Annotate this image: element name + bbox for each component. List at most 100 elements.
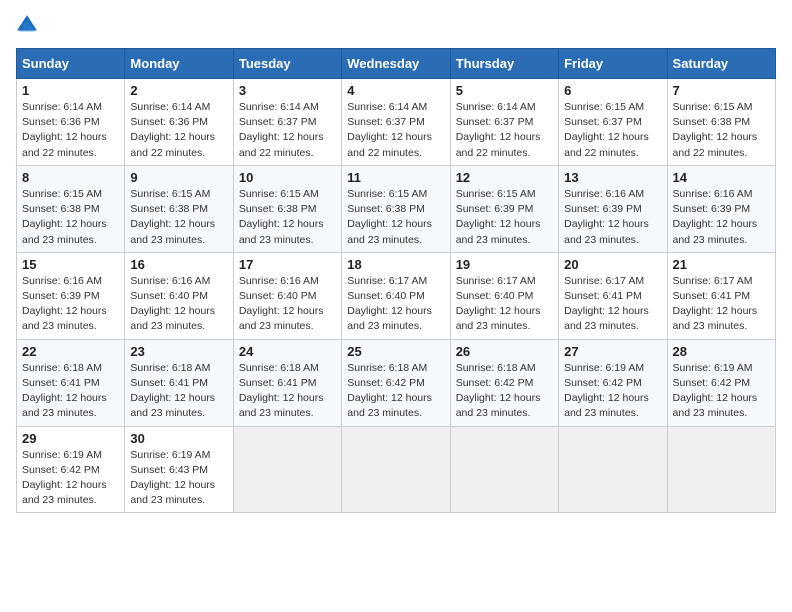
calendar-week-row: 22 Sunrise: 6:18 AM Sunset: 6:41 PM Dayl… (17, 339, 776, 426)
day-number: 18 (347, 257, 444, 272)
logo (16, 16, 40, 38)
day-info: Sunrise: 6:15 AM Sunset: 6:38 PM Dayligh… (239, 187, 336, 248)
calendar-day-cell (233, 426, 341, 513)
calendar-day-cell: 1 Sunrise: 6:14 AM Sunset: 6:36 PM Dayli… (17, 79, 125, 166)
day-number: 11 (347, 170, 444, 185)
day-number: 1 (22, 83, 119, 98)
calendar-day-cell: 27 Sunrise: 6:19 AM Sunset: 6:42 PM Dayl… (559, 339, 667, 426)
calendar-week-row: 15 Sunrise: 6:16 AM Sunset: 6:39 PM Dayl… (17, 252, 776, 339)
day-number: 10 (239, 170, 336, 185)
calendar-day-cell: 30 Sunrise: 6:19 AM Sunset: 6:43 PM Dayl… (125, 426, 233, 513)
calendar-day-cell: 16 Sunrise: 6:16 AM Sunset: 6:40 PM Dayl… (125, 252, 233, 339)
calendar-day-cell: 18 Sunrise: 6:17 AM Sunset: 6:40 PM Dayl… (342, 252, 450, 339)
calendar-day-cell: 22 Sunrise: 6:18 AM Sunset: 6:41 PM Dayl… (17, 339, 125, 426)
calendar-day-cell: 11 Sunrise: 6:15 AM Sunset: 6:38 PM Dayl… (342, 165, 450, 252)
day-info: Sunrise: 6:15 AM Sunset: 6:39 PM Dayligh… (456, 187, 553, 248)
day-info: Sunrise: 6:16 AM Sunset: 6:39 PM Dayligh… (564, 187, 661, 248)
day-number: 30 (130, 431, 227, 446)
day-info: Sunrise: 6:18 AM Sunset: 6:42 PM Dayligh… (456, 361, 553, 422)
calendar-day-cell: 14 Sunrise: 6:16 AM Sunset: 6:39 PM Dayl… (667, 165, 775, 252)
day-info: Sunrise: 6:15 AM Sunset: 6:38 PM Dayligh… (347, 187, 444, 248)
day-number: 24 (239, 344, 336, 359)
day-number: 22 (22, 344, 119, 359)
day-number: 4 (347, 83, 444, 98)
calendar-day-cell: 4 Sunrise: 6:14 AM Sunset: 6:37 PM Dayli… (342, 79, 450, 166)
weekday-header-saturday: Saturday (667, 49, 775, 79)
calendar-week-row: 29 Sunrise: 6:19 AM Sunset: 6:42 PM Dayl… (17, 426, 776, 513)
weekday-header-thursday: Thursday (450, 49, 558, 79)
weekday-header-monday: Monday (125, 49, 233, 79)
day-info: Sunrise: 6:18 AM Sunset: 6:41 PM Dayligh… (130, 361, 227, 422)
calendar-day-cell: 12 Sunrise: 6:15 AM Sunset: 6:39 PM Dayl… (450, 165, 558, 252)
day-number: 17 (239, 257, 336, 272)
day-info: Sunrise: 6:14 AM Sunset: 6:37 PM Dayligh… (456, 100, 553, 161)
calendar-day-cell: 24 Sunrise: 6:18 AM Sunset: 6:41 PM Dayl… (233, 339, 341, 426)
day-number: 21 (673, 257, 770, 272)
calendar-day-cell: 3 Sunrise: 6:14 AM Sunset: 6:37 PM Dayli… (233, 79, 341, 166)
day-info: Sunrise: 6:19 AM Sunset: 6:43 PM Dayligh… (130, 448, 227, 509)
calendar-week-row: 1 Sunrise: 6:14 AM Sunset: 6:36 PM Dayli… (17, 79, 776, 166)
calendar-day-cell (342, 426, 450, 513)
day-info: Sunrise: 6:19 AM Sunset: 6:42 PM Dayligh… (564, 361, 661, 422)
day-info: Sunrise: 6:15 AM Sunset: 6:38 PM Dayligh… (130, 187, 227, 248)
weekday-header-friday: Friday (559, 49, 667, 79)
calendar-day-cell (559, 426, 667, 513)
day-info: Sunrise: 6:17 AM Sunset: 6:41 PM Dayligh… (564, 274, 661, 335)
day-info: Sunrise: 6:19 AM Sunset: 6:42 PM Dayligh… (22, 448, 119, 509)
day-info: Sunrise: 6:16 AM Sunset: 6:39 PM Dayligh… (673, 187, 770, 248)
day-number: 8 (22, 170, 119, 185)
day-number: 26 (456, 344, 553, 359)
day-number: 6 (564, 83, 661, 98)
calendar-day-cell (667, 426, 775, 513)
calendar-day-cell: 7 Sunrise: 6:15 AM Sunset: 6:38 PM Dayli… (667, 79, 775, 166)
day-info: Sunrise: 6:19 AM Sunset: 6:42 PM Dayligh… (673, 361, 770, 422)
day-info: Sunrise: 6:18 AM Sunset: 6:41 PM Dayligh… (22, 361, 119, 422)
weekday-header-tuesday: Tuesday (233, 49, 341, 79)
day-number: 29 (22, 431, 119, 446)
day-number: 16 (130, 257, 227, 272)
calendar-day-cell: 20 Sunrise: 6:17 AM Sunset: 6:41 PM Dayl… (559, 252, 667, 339)
day-info: Sunrise: 6:14 AM Sunset: 6:36 PM Dayligh… (130, 100, 227, 161)
day-number: 14 (673, 170, 770, 185)
day-info: Sunrise: 6:18 AM Sunset: 6:41 PM Dayligh… (239, 361, 336, 422)
day-info: Sunrise: 6:15 AM Sunset: 6:37 PM Dayligh… (564, 100, 661, 161)
calendar-table: SundayMondayTuesdayWednesdayThursdayFrid… (16, 48, 776, 513)
calendar-week-row: 8 Sunrise: 6:15 AM Sunset: 6:38 PM Dayli… (17, 165, 776, 252)
calendar-day-cell: 6 Sunrise: 6:15 AM Sunset: 6:37 PM Dayli… (559, 79, 667, 166)
day-number: 23 (130, 344, 227, 359)
day-info: Sunrise: 6:14 AM Sunset: 6:37 PM Dayligh… (239, 100, 336, 161)
day-info: Sunrise: 6:18 AM Sunset: 6:42 PM Dayligh… (347, 361, 444, 422)
day-number: 12 (456, 170, 553, 185)
calendar-day-cell: 23 Sunrise: 6:18 AM Sunset: 6:41 PM Dayl… (125, 339, 233, 426)
day-info: Sunrise: 6:14 AM Sunset: 6:37 PM Dayligh… (347, 100, 444, 161)
day-info: Sunrise: 6:15 AM Sunset: 6:38 PM Dayligh… (673, 100, 770, 161)
calendar-day-cell: 9 Sunrise: 6:15 AM Sunset: 6:38 PM Dayli… (125, 165, 233, 252)
weekday-header-row: SundayMondayTuesdayWednesdayThursdayFrid… (17, 49, 776, 79)
day-number: 19 (456, 257, 553, 272)
day-number: 27 (564, 344, 661, 359)
day-info: Sunrise: 6:17 AM Sunset: 6:41 PM Dayligh… (673, 274, 770, 335)
day-number: 3 (239, 83, 336, 98)
day-info: Sunrise: 6:16 AM Sunset: 6:39 PM Dayligh… (22, 274, 119, 335)
calendar-day-cell: 29 Sunrise: 6:19 AM Sunset: 6:42 PM Dayl… (17, 426, 125, 513)
weekday-header-wednesday: Wednesday (342, 49, 450, 79)
day-number: 25 (347, 344, 444, 359)
day-info: Sunrise: 6:17 AM Sunset: 6:40 PM Dayligh… (456, 274, 553, 335)
calendar-day-cell: 15 Sunrise: 6:16 AM Sunset: 6:39 PM Dayl… (17, 252, 125, 339)
calendar-day-cell: 17 Sunrise: 6:16 AM Sunset: 6:40 PM Dayl… (233, 252, 341, 339)
day-info: Sunrise: 6:15 AM Sunset: 6:38 PM Dayligh… (22, 187, 119, 248)
day-number: 28 (673, 344, 770, 359)
logo-icon (16, 14, 38, 36)
day-info: Sunrise: 6:14 AM Sunset: 6:36 PM Dayligh… (22, 100, 119, 161)
day-number: 13 (564, 170, 661, 185)
day-number: 2 (130, 83, 227, 98)
calendar-day-cell: 21 Sunrise: 6:17 AM Sunset: 6:41 PM Dayl… (667, 252, 775, 339)
calendar-day-cell: 2 Sunrise: 6:14 AM Sunset: 6:36 PM Dayli… (125, 79, 233, 166)
calendar-day-cell: 28 Sunrise: 6:19 AM Sunset: 6:42 PM Dayl… (667, 339, 775, 426)
calendar-day-cell: 5 Sunrise: 6:14 AM Sunset: 6:37 PM Dayli… (450, 79, 558, 166)
calendar-day-cell: 19 Sunrise: 6:17 AM Sunset: 6:40 PM Dayl… (450, 252, 558, 339)
day-number: 7 (673, 83, 770, 98)
day-number: 5 (456, 83, 553, 98)
page-header (16, 16, 776, 38)
day-info: Sunrise: 6:17 AM Sunset: 6:40 PM Dayligh… (347, 274, 444, 335)
